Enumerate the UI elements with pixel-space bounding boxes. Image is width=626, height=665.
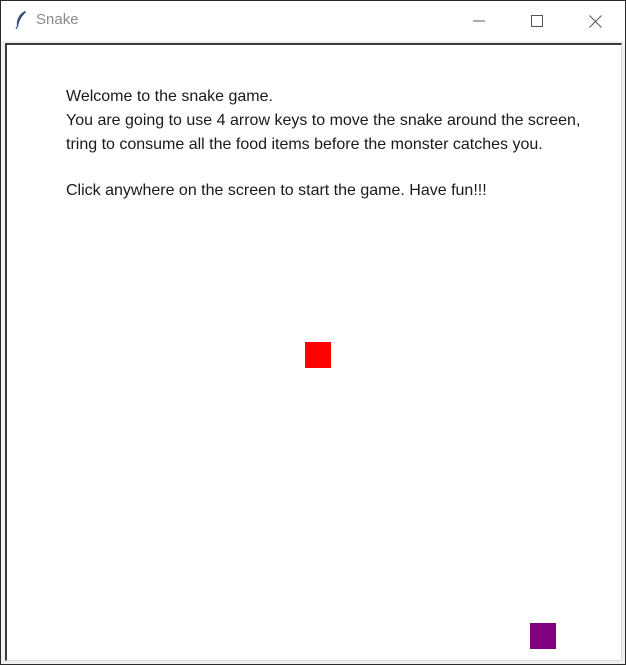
game-canvas-frame: Welcome to the snake game. You are going… <box>5 43 622 661</box>
feather-icon <box>15 11 26 30</box>
instructions-text: Welcome to the snake game. You are going… <box>66 85 606 203</box>
instruction-line: tring to consume all the food items befo… <box>66 136 543 153</box>
maximize-icon <box>531 15 543 27</box>
title-bar[interactable]: Snake <box>1 0 625 41</box>
instruction-line: Welcome to the snake game. <box>66 88 273 105</box>
window-title: Snake <box>36 11 79 28</box>
game-canvas[interactable]: Welcome to the snake game. You are going… <box>7 45 621 660</box>
snake-window: Snake Welcome to the snake game. You are… <box>0 0 626 665</box>
close-icon <box>588 14 602 28</box>
food-item <box>305 342 331 368</box>
instruction-line: You are going to use 4 arrow keys to mov… <box>66 112 581 129</box>
minimize-button[interactable] <box>456 1 502 41</box>
instruction-line: Click anywhere on the screen to start th… <box>66 182 487 199</box>
maximize-button[interactable] <box>514 1 560 41</box>
minimize-icon <box>473 20 485 22</box>
monster <box>530 623 556 649</box>
instruction-blank-line <box>66 157 606 179</box>
close-button[interactable] <box>572 1 618 41</box>
